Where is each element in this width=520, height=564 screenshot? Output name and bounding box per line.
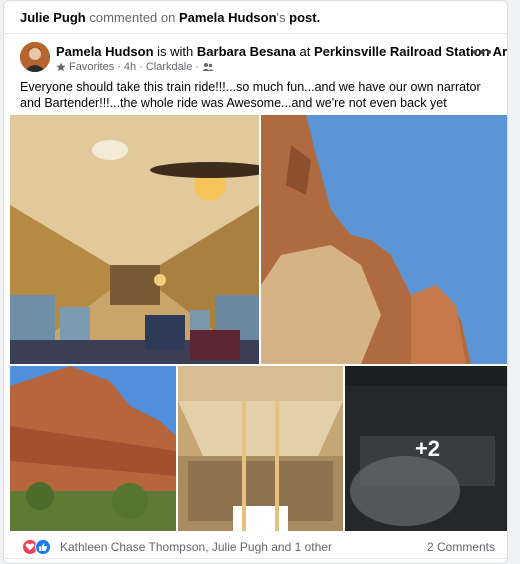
with-text: is with — [157, 44, 194, 59]
post-header: Pamela Hudson is with Barbara Besana at … — [56, 44, 507, 59]
divider — [4, 33, 507, 34]
comments-count[interactable]: 2 Comments — [427, 540, 495, 554]
reaction-names[interactable]: Kathleen Chase Thompson, Julie Pugh and … — [60, 540, 332, 554]
activity-target-post[interactable]: post. — [289, 10, 320, 25]
post-text: Everyone should take this train ride!!!.… — [20, 80, 481, 110]
post-card: Julie Pugh commented on Pamela Hudson's … — [3, 0, 508, 564]
photo-canyon-wall[interactable] — [10, 366, 176, 531]
photo-red-rock-cliff[interactable] — [261, 115, 507, 364]
like-reaction-icon — [35, 539, 51, 555]
at-text: at — [299, 44, 311, 59]
post-footer: Kathleen Chase Thompson, Julie Pugh and … — [4, 532, 507, 562]
tagged-person[interactable]: Barbara Besana — [197, 44, 296, 59]
post-place[interactable]: Clarkdale — [146, 61, 192, 73]
favorites-label[interactable]: Favorites — [69, 61, 114, 73]
photo-train-interior[interactable] — [10, 115, 259, 364]
meta-separator: · — [195, 61, 199, 73]
post-author[interactable]: Pamela Hudson — [56, 44, 154, 59]
activity-line: Julie Pugh commented on Pamela Hudson's … — [20, 10, 320, 25]
more-horizontal-icon — [473, 50, 491, 54]
friends-audience-icon[interactable] — [202, 62, 214, 72]
star-icon — [56, 62, 66, 72]
activity-actor[interactable]: Julie Pugh — [20, 10, 86, 25]
activity-target-owner[interactable]: Pamela Hudson — [179, 10, 277, 25]
activity-verb: commented on — [89, 10, 176, 25]
meta-separator: · — [139, 61, 143, 73]
reaction-icons[interactable] — [22, 539, 51, 555]
post-meta: Favorites · 4h · Clarkdale · — [56, 61, 214, 73]
avatar-image — [20, 42, 50, 72]
activity-target-suffix: 's — [276, 10, 286, 25]
photo-open-air-car[interactable] — [178, 366, 343, 531]
meta-separator: · — [117, 61, 121, 73]
avatar[interactable] — [20, 42, 50, 72]
post-time[interactable]: 4h — [124, 61, 136, 73]
photo-more-overlay[interactable]: +2 — [345, 366, 507, 531]
divider — [4, 558, 507, 559]
more-options-button[interactable] — [471, 45, 493, 61]
more-photos-count[interactable]: +2 — [345, 366, 507, 531]
